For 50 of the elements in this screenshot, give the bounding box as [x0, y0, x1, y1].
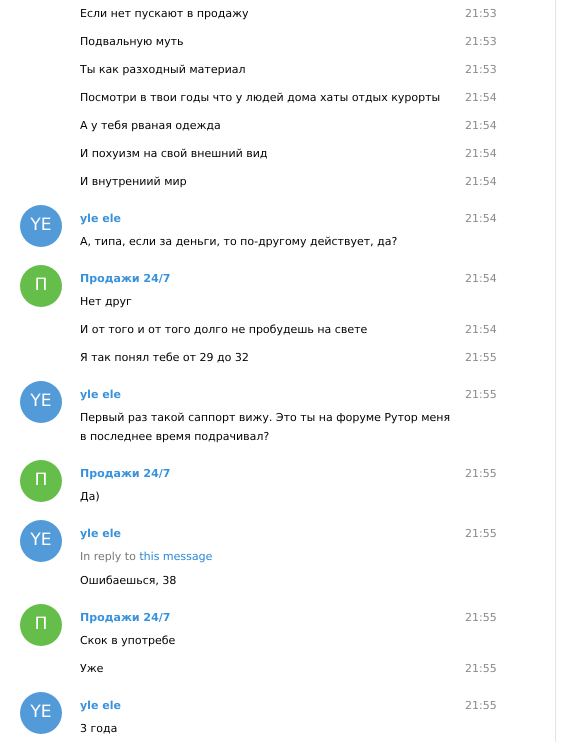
message-time: 21:54: [465, 271, 498, 287]
sender-name: yle ele: [80, 527, 121, 540]
sender-name: yle ele: [80, 388, 121, 401]
message-text: Первый раз такой саппорт вижу. Это ты на форуме Рутор меня в последнее время подрачивал?: [80, 410, 452, 445]
message-text: Да): [80, 489, 101, 505]
message-time: 21:54: [465, 211, 498, 227]
avatar: YE: [20, 520, 62, 562]
message-text: А у тебя рваная одежда: [80, 118, 222, 134]
message-time: 21:53: [465, 34, 498, 50]
reply-link[interactable]: this message: [139, 550, 212, 563]
message-text: И от того и от того долго не пробудешь на свете: [80, 322, 368, 338]
message-time: 21:54: [465, 90, 498, 106]
message-text: Скок в употребе: [80, 633, 176, 649]
message-time: 21:54: [465, 146, 498, 162]
message-text: И похуизм на свой внешний вид: [80, 146, 269, 162]
message-text: Ты как разходный материал: [80, 62, 246, 78]
message-time: 21:55: [465, 526, 498, 542]
avatar: YE: [20, 381, 62, 423]
message-time: 21:55: [465, 610, 498, 626]
message-time: 21:54: [465, 322, 498, 338]
message-text: Посмотри в твои годы что у людей дома хаты отдых курорты: [80, 90, 442, 106]
message-text: Подвальную муть: [80, 34, 185, 50]
message-text: Ошибаешься, 38: [80, 573, 178, 589]
avatar: П: [20, 265, 62, 307]
sender-name: Продажи 24/7: [80, 272, 170, 285]
avatar: YE: [20, 692, 62, 734]
message-time: 21:55: [465, 350, 498, 366]
message-time: 21:53: [465, 6, 498, 22]
reply-note: In reply to this message: [80, 549, 214, 565]
avatar: YE: [20, 205, 62, 247]
sender-name: Продажи 24/7: [80, 467, 170, 480]
message-text: И внутрениий мир: [80, 174, 188, 190]
sender-name: yle ele: [80, 699, 121, 712]
message-time: 21:54: [465, 118, 498, 134]
message-text: Уже: [80, 661, 104, 677]
message-time: 21:55: [465, 661, 498, 677]
message-text: Я так понял тебе от 29 до 32: [80, 350, 250, 366]
message-text: Если нет пускают в продажу: [80, 6, 250, 22]
avatar: П: [20, 460, 62, 502]
message-text: Нет друг: [80, 294, 133, 310]
sender-name: yle ele: [80, 212, 121, 225]
message-text: А, типа, если за деньги, то по-другому действует, да?: [80, 234, 398, 250]
avatar: П: [20, 604, 62, 646]
message-text: 3 года: [80, 721, 118, 737]
message-time: 21:55: [465, 387, 498, 403]
message-time: 21:55: [465, 466, 498, 482]
message-time: 21:55: [465, 698, 498, 714]
sender-name: Продажи 24/7: [80, 611, 170, 624]
message-time: 21:54: [465, 174, 498, 190]
message-time: 21:53: [465, 62, 498, 78]
